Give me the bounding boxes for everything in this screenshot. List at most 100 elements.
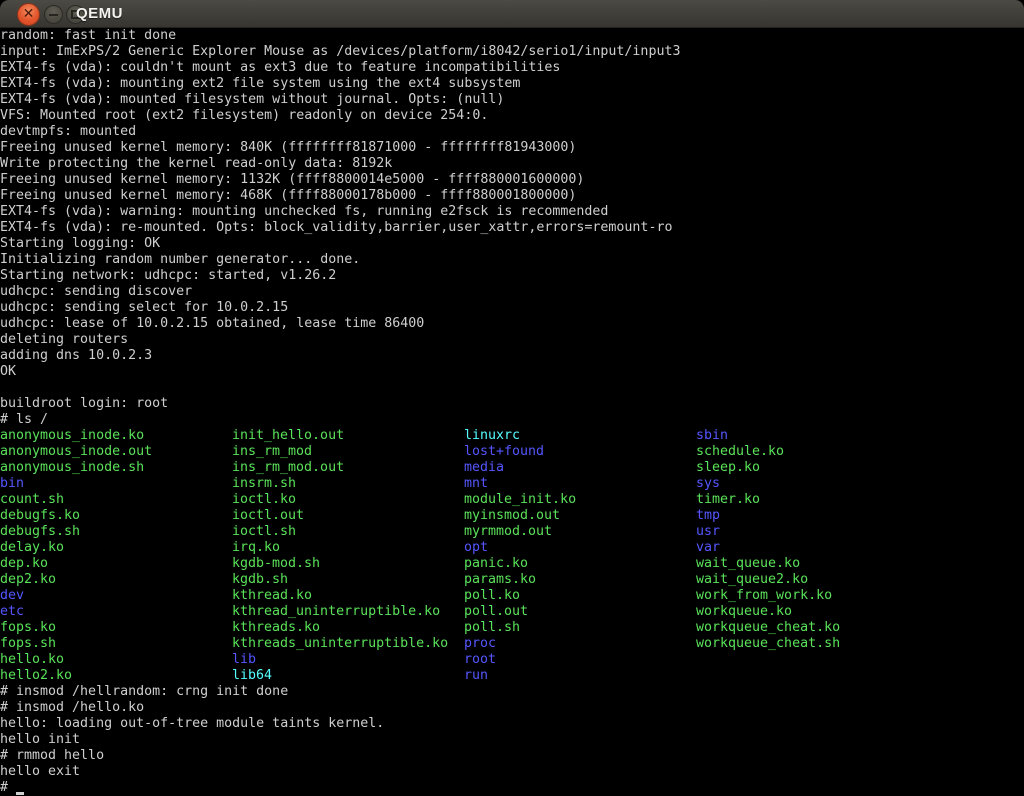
console-line: Freeing unused kernel memory: 840K (ffff… [0, 140, 1024, 156]
file-entry-exec: myinsmod.out [464, 508, 696, 524]
file-entry-exec: hello.ko [0, 652, 232, 668]
file-entry-exec: ioctl.ko [232, 492, 464, 508]
console-line: EXT4-fs (vda): warning: mounting uncheck… [0, 204, 1024, 220]
file-entry-exec: anonymous_inode.ko [0, 428, 232, 444]
ls-output-row: devkthread.kopoll.kowork_from_work.ko [0, 588, 1024, 604]
file-entry-exec: irq.ko [232, 540, 464, 556]
console-line: # ls / [0, 412, 1024, 428]
file-entry-dir: lib [232, 652, 464, 668]
file-entry-exec: module_init.ko [464, 492, 696, 508]
file-entry-dir: root [464, 652, 496, 668]
console-line: EXT4-fs (vda): re-mounted. Opts: block_v… [0, 220, 1024, 236]
ls-output-row: count.shioctl.komodule_init.kotimer.ko [0, 492, 1024, 508]
file-entry-dir: lost+found [464, 444, 696, 460]
file-entry-exec: myrmmod.out [464, 524, 696, 540]
file-entry-exec: params.ko [464, 572, 696, 588]
file-entry-exec: init_hello.out [232, 428, 464, 444]
ls-output-row: hello2.kolib64run [0, 668, 1024, 684]
ls-output-row: debugfs.koioctl.outmyinsmod.outtmp [0, 508, 1024, 524]
console-line: devtmpfs: mounted [0, 124, 1024, 140]
file-entry-exec: delay.ko [0, 540, 232, 556]
file-entry-exec: insrm.sh [232, 476, 464, 492]
file-entry-dir: bin [0, 476, 232, 492]
file-entry-exec: kthreads_uninterruptible.ko [232, 636, 464, 652]
ls-output-row: fops.kokthreads.kopoll.shworkqueue_cheat… [0, 620, 1024, 636]
file-entry-exec: workqueue.ko [696, 604, 792, 620]
file-entry-exec: hello2.ko [0, 668, 232, 684]
file-entry-exec: fops.ko [0, 620, 232, 636]
terminal-cursor [16, 781, 24, 796]
console-line: input: ImExPS/2 Generic Explorer Mouse a… [0, 44, 1024, 60]
console-line: hello: loading out-of-tree module taints… [0, 716, 1024, 732]
file-entry-dir: tmp [696, 508, 720, 524]
file-entry-exec: debugfs.sh [0, 524, 232, 540]
console-line: # rmmod hello [0, 748, 1024, 764]
file-entry-dir: var [696, 540, 720, 556]
window-titlebar[interactable]: ✕ QEMU [0, 0, 1024, 28]
ls-output-row: anonymous_inode.shins_rm_mod.outmediasle… [0, 460, 1024, 476]
console-line: udhcpc: sending discover [0, 284, 1024, 300]
file-entry-exec: fops.sh [0, 636, 232, 652]
console-line: Starting logging: OK [0, 236, 1024, 252]
ls-output-row: dep.kokgdb-mod.shpanic.kowait_queue.ko [0, 556, 1024, 572]
ls-output-row: bininsrm.shmntsys [0, 476, 1024, 492]
console-line: VFS: Mounted root (ext2 filesystem) read… [0, 108, 1024, 124]
console-line: EXT4-fs (vda): couldn't mount as ext3 du… [0, 60, 1024, 76]
console-line: Starting network: udhcpc: started, v1.26… [0, 268, 1024, 284]
window-title: QEMU [76, 0, 123, 28]
ls-output-row: etckthread_uninterruptible.kopoll.outwor… [0, 604, 1024, 620]
console-line: buildroot login: root [0, 396, 1024, 412]
file-entry-exec: panic.ko [464, 556, 696, 572]
ls-output-row: dep2.kokgdb.shparams.kowait_queue2.ko [0, 572, 1024, 588]
console-line: EXT4-fs (vda): mounting ext2 file system… [0, 76, 1024, 92]
file-entry-dir: run [464, 668, 488, 684]
file-entry-exec: kgdb-mod.sh [232, 556, 464, 572]
ls-output-row: anonymous_inode.outins_rm_modlost+founds… [0, 444, 1024, 460]
file-entry-dir: opt [464, 540, 696, 556]
console-line: Freeing unused kernel memory: 468K (ffff… [0, 188, 1024, 204]
console-line: # insmod /hello.ko [0, 700, 1024, 716]
file-entry-exec: sleep.ko [696, 460, 760, 476]
file-entry-dir: usr [696, 524, 720, 540]
console-line: udhcpc: lease of 10.0.2.15 obtained, lea… [0, 316, 1024, 332]
file-entry-exec: poll.sh [464, 620, 696, 636]
file-entry-link: linuxrc [464, 428, 696, 444]
file-entry-exec: ins_rm_mod.out [232, 460, 464, 476]
file-entry-exec: poll.ko [464, 588, 696, 604]
terminal-screen[interactable]: random: fast init doneinput: ImExPS/2 Ge… [0, 28, 1024, 796]
console-line: # [0, 780, 1024, 796]
file-entry-exec: kthreads.ko [232, 620, 464, 636]
file-entry-link: lib64 [232, 668, 464, 684]
file-entry-exec: wait_queue.ko [696, 556, 800, 572]
file-entry-exec: anonymous_inode.sh [0, 460, 232, 476]
console-line: # insmod /hellrandom: crng init done [0, 684, 1024, 700]
ls-output-row: debugfs.shioctl.shmyrmmod.outusr [0, 524, 1024, 540]
console-line: Write protecting the kernel read-only da… [0, 156, 1024, 172]
console-line: Initializing random number generator... … [0, 252, 1024, 268]
file-entry-exec: ioctl.sh [232, 524, 464, 540]
console-line: EXT4-fs (vda): mounted filesystem withou… [0, 92, 1024, 108]
console-line: adding dns 10.0.2.3 [0, 348, 1024, 364]
ls-output-row: hello.kolibroot [0, 652, 1024, 668]
file-entry-exec: poll.out [464, 604, 696, 620]
file-entry-exec: workqueue_cheat.sh [696, 636, 840, 652]
file-entry-dir: sbin [696, 428, 728, 444]
file-entry-dir: etc [0, 604, 232, 620]
console-line: OK [0, 364, 1024, 380]
file-entry-exec: kgdb.sh [232, 572, 464, 588]
minimize-button[interactable] [44, 5, 63, 24]
console-line: random: fast init done [0, 28, 1024, 44]
console-line: deleting routers [0, 332, 1024, 348]
file-entry-exec: ins_rm_mod [232, 444, 464, 460]
file-entry-exec: dep.ko [0, 556, 232, 572]
close-button[interactable]: ✕ [17, 3, 40, 26]
file-entry-exec: dep2.ko [0, 572, 232, 588]
file-entry-exec: debugfs.ko [0, 508, 232, 524]
file-entry-exec: timer.ko [696, 492, 760, 508]
console-line: Freeing unused kernel memory: 1132K (fff… [0, 172, 1024, 188]
console-line: udhcpc: sending select for 10.0.2.15 [0, 300, 1024, 316]
console-line: hello exit [0, 764, 1024, 780]
console-line [0, 380, 1024, 396]
file-entry-exec: wait_queue2.ko [696, 572, 808, 588]
ls-output-row: delay.koirq.kooptvar [0, 540, 1024, 556]
